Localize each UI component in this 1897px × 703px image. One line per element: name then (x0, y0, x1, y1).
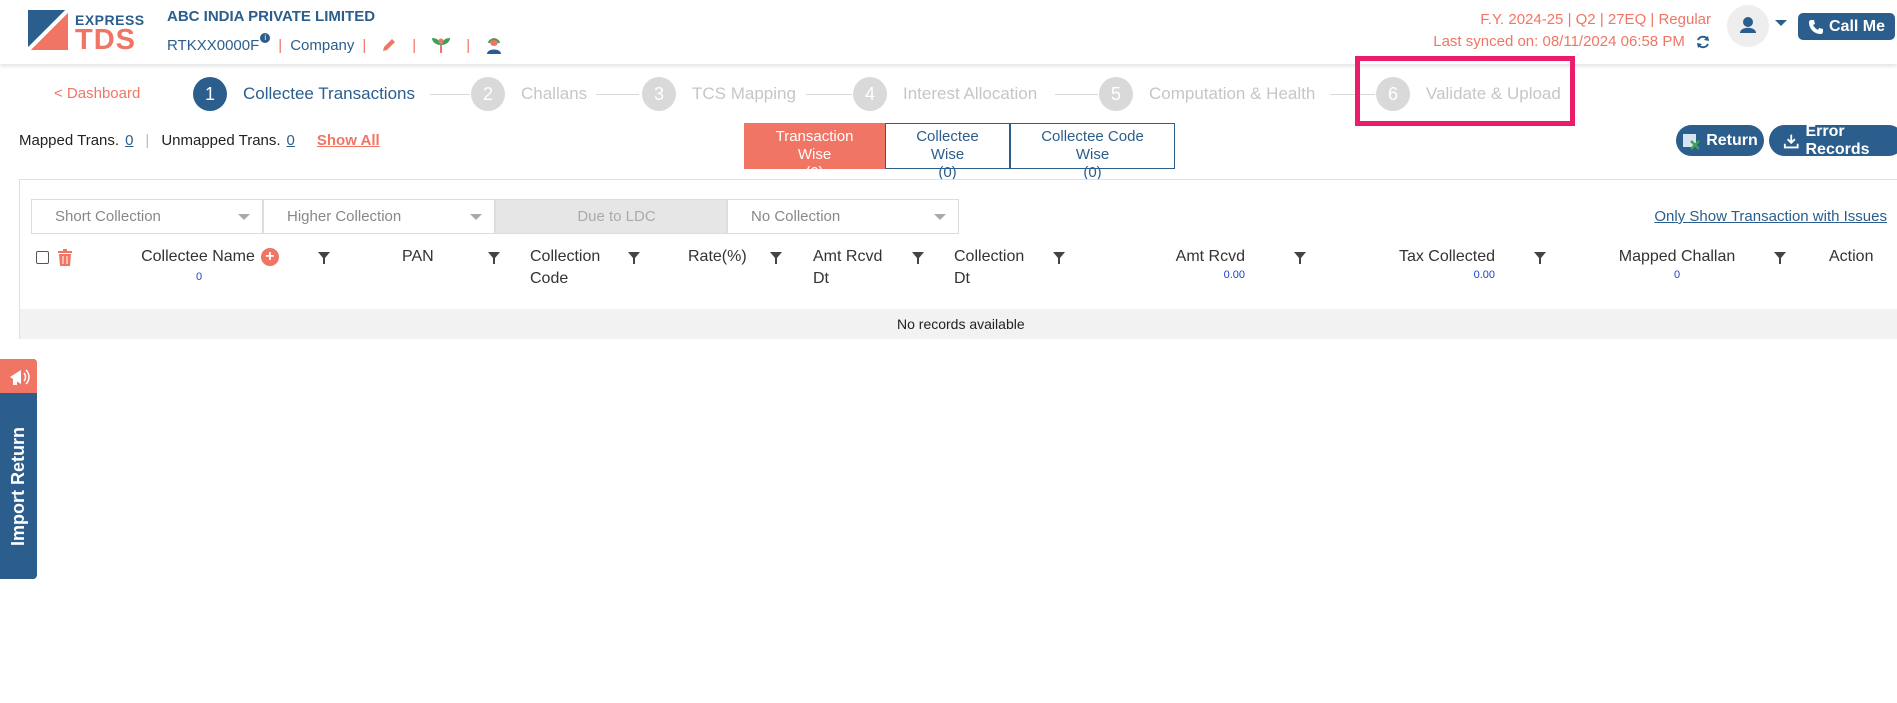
due-to-ldc-dropdown: Due to LDC (495, 199, 727, 234)
company-meta: RTKXX0000F i | Company | | | (167, 33, 510, 55)
return-info: F.Y. 2024-25 | Q2 | 27EQ | Regular Last … (1433, 9, 1711, 53)
step-number: 2 (471, 77, 505, 111)
filter-icon[interactable] (318, 252, 330, 264)
step-interest-allocation[interactable]: 4 Interest Allocation (853, 76, 1037, 112)
chevron-down-icon (238, 213, 250, 220)
tan-number: RTKXX0000F (167, 36, 260, 54)
col-collection-code: Collection Code (530, 248, 601, 287)
view-toggle: Transaction Wise (0) Collectee Wise (0) … (744, 123, 1175, 181)
amt-rcvd-total: 0.00 (1223, 269, 1245, 281)
no-records-message: No records available (897, 316, 1025, 332)
col-pan: PAN (402, 248, 434, 265)
call-me-label: Call Me (1828, 17, 1885, 35)
sync-icon[interactable] (1695, 34, 1711, 50)
user-icon (1740, 17, 1756, 33)
error-records-button[interactable]: Error Records (1769, 122, 1897, 158)
step-collectee-transactions[interactable]: 1 Collectee Transactions (193, 76, 415, 112)
edit-icon[interactable] (380, 36, 398, 54)
filter-icon[interactable] (1774, 252, 1786, 264)
show-all-link[interactable]: Show All (317, 132, 380, 149)
step-number: 1 (193, 77, 227, 111)
unmapped-trans-label: Unmapped Trans. (161, 132, 281, 149)
return-excel-icon (1683, 133, 1701, 150)
short-collection-dropdown[interactable]: Short Collection (31, 199, 263, 234)
col-collectee-name: Collectee Name + 0 (135, 246, 285, 284)
no-collection-dropdown[interactable]: No Collection (727, 199, 959, 234)
filter-icon[interactable] (912, 252, 924, 264)
step-number: 3 (642, 77, 676, 111)
filter-icon[interactable] (488, 252, 500, 264)
step-challans[interactable]: 2 Challans (471, 76, 587, 112)
tree-icon[interactable] (430, 36, 452, 54)
dashboard-link[interactable]: < Dashboard (54, 85, 140, 102)
tax-collected-total: 0.00 (1473, 269, 1495, 281)
user-avatar[interactable] (1727, 5, 1769, 47)
return-button[interactable]: Return (1676, 125, 1764, 156)
megaphone-icon (9, 369, 30, 385)
company-name: ABC INDIA PRIVATE LIMITED (167, 8, 376, 25)
transactions-panel: Short Collection Higher Collection Due t… (19, 179, 1897, 339)
chevron-down-icon (934, 213, 946, 220)
workflow-stepper: < Dashboard 1 Collectee Transactions 2 C… (0, 76, 1897, 112)
highlight-annotation (1355, 56, 1575, 126)
filter-icon[interactable] (628, 252, 640, 264)
col-action: Action (1829, 248, 1874, 265)
filter-icon[interactable] (770, 252, 782, 264)
call-me-button[interactable]: Call Me (1798, 13, 1895, 40)
import-return-label: Import Return (8, 426, 28, 546)
download-icon (1783, 134, 1799, 148)
import-return-tab[interactable]: Import Return (0, 359, 37, 579)
col-collection-dt: Collection Dt (954, 248, 1025, 287)
last-synced-text: Last synced on: 08/11/2024 06:58 PM (1433, 33, 1685, 50)
only-issues-link[interactable]: Only Show Transaction with Issues (1654, 208, 1887, 225)
collection-filters: Short Collection Higher Collection Due t… (31, 199, 959, 234)
col-mapped-challan: Mapped Challan 0 (1612, 246, 1742, 282)
step-tcs-mapping[interactable]: 3 TCS Mapping (642, 76, 796, 112)
filter-icon[interactable] (1534, 252, 1546, 264)
higher-collection-dropdown[interactable]: Higher Collection (263, 199, 495, 234)
step-label: Interest Allocation (903, 84, 1038, 103)
collectee-count: 0 (195, 271, 203, 283)
step-computation-health[interactable]: 5 Computation & Health (1099, 76, 1315, 112)
support-agent-icon[interactable] (484, 35, 504, 55)
mapped-challan-count: 0 (1673, 269, 1681, 281)
entity-type: Company (290, 36, 355, 54)
express-tds-logo[interactable]: EXPRESS TDS (28, 8, 148, 56)
phone-icon (1808, 19, 1823, 34)
empty-table-row: No records available (20, 309, 1897, 339)
table-header: Collectee Name + 0 PAN Collection Code Ra… (20, 246, 1897, 296)
step-number: 4 (853, 77, 887, 111)
chevron-down-icon (470, 213, 482, 220)
filter-icon[interactable] (1294, 252, 1306, 264)
top-bar: EXPRESS TDS ABC INDIA PRIVATE LIMITED RT… (0, 0, 1897, 64)
error-records-label: Error Records (1805, 122, 1870, 158)
info-icon[interactable]: i (260, 33, 271, 43)
step-label: Collectee Transactions (243, 84, 415, 103)
filter-icon[interactable] (1053, 252, 1065, 264)
step-label: TCS Mapping (692, 84, 796, 103)
step-number: 5 (1099, 77, 1133, 111)
fy-quarter-info: F.Y. 2024-25 | Q2 | 27EQ | Regular (1480, 11, 1711, 28)
step-label: Challans (521, 84, 588, 103)
col-tax-collected: Tax Collected 0.00 (1365, 246, 1495, 282)
col-rate: Rate(%) (688, 248, 747, 265)
add-collectee-icon[interactable]: + (260, 247, 279, 266)
toggle-collectee-wise[interactable]: Collectee Wise (0) (885, 123, 1010, 181)
trash-icon[interactable] (57, 249, 73, 267)
toggle-collectee-code-wise[interactable]: Collectee Code Wise (0) (1010, 123, 1175, 181)
transaction-counts: Mapped Trans. 0 | Unmapped Trans. 0 Show… (19, 132, 380, 149)
toggle-transaction-wise[interactable]: Transaction Wise (0) (744, 123, 885, 181)
select-all-checkbox[interactable] (36, 251, 49, 264)
logo-mark-icon (28, 10, 68, 50)
logo-tds-text: TDS (75, 24, 136, 56)
mapped-trans-count[interactable]: 0 (125, 132, 133, 149)
unmapped-trans-count[interactable]: 0 (287, 132, 295, 149)
sync-status: Last synced on: 08/11/2024 06:58 PM (1433, 31, 1711, 53)
step-label: Computation & Health (1149, 84, 1316, 103)
user-menu-caret-icon[interactable] (1775, 18, 1787, 28)
col-amt-rcvd-dt: Amt Rcvd Dt (813, 248, 883, 287)
mapped-trans-label: Mapped Trans. (19, 132, 120, 149)
return-label: Return (1706, 131, 1758, 149)
col-amt-rcvd: Amt Rcvd 0.00 (1155, 246, 1245, 282)
